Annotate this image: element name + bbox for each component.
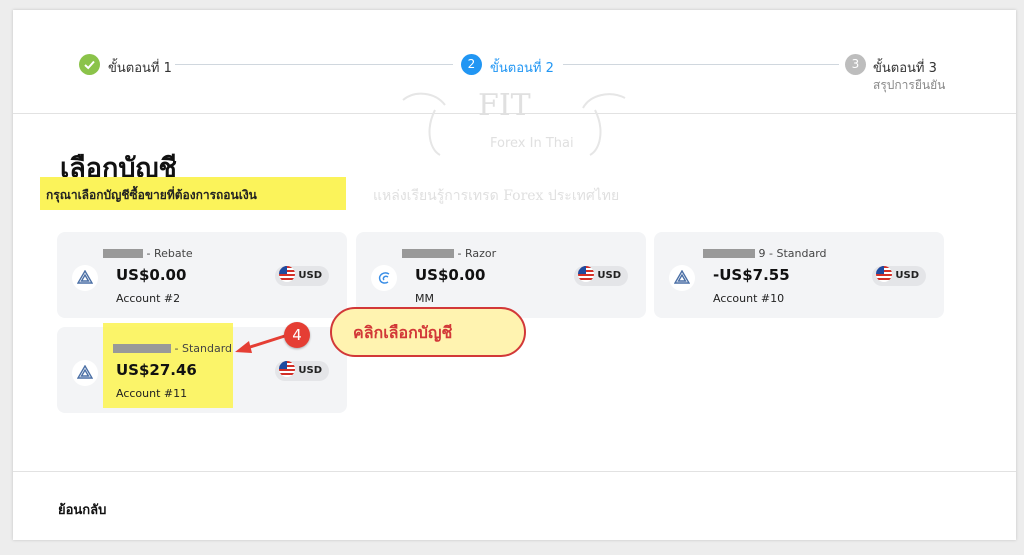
currency-badge: USD [275,361,329,381]
account-title: - Rebate [103,247,193,260]
redacted-account-id [103,249,143,258]
footer-divider [13,471,1016,472]
step-2-circle: 2 [461,54,482,75]
account-balance: US$27.46 [116,361,197,379]
wave-logo-icon [371,265,397,291]
account-card-1[interactable]: - Rebate US$0.00 Account #2 USD [57,232,347,318]
account-card-3[interactable]: 9 - Standard -US$7.55 Account #10 USD [654,232,944,318]
currency-badge: USD [574,266,628,286]
account-title: - Razor [402,247,496,260]
account-title: 9 - Standard [703,247,827,260]
account-balance: -US$7.55 [713,266,790,284]
step-1-check-icon [79,54,100,75]
account-number: MM [415,292,434,305]
watermark-tagline: แหล่งเรียนรู้การเทรด Forex ประเทศไทย [373,188,620,204]
step-3-circle: 3 [845,54,866,75]
page-subtitle: กรุณาเลือกบัญชีซื้อขายที่ต้องการถอนเงิน [46,188,257,202]
account-card-2[interactable]: - Razor US$0.00 MM USD [356,232,646,318]
account-balance: US$0.00 [415,266,486,284]
annotation-step-number: 4 [284,322,310,348]
step-3-sublabel: สรุปการยืนยัน [873,78,946,92]
step-1-label: ขั้นตอนที่ 1 [108,61,172,76]
account-balance: US$0.00 [116,266,187,284]
us-flag-icon [876,266,893,282]
watermark-brand: FIT [478,88,531,123]
account-number: Account #11 [116,387,188,400]
redacted-account-id [113,344,171,353]
account-title: - Standard [113,342,232,355]
withdraw-panel: ขั้นตอนที่ 1 2 ขั้นตอนที่ 2 3 ขั้นตอนที่… [13,10,1016,540]
back-button[interactable]: ย้อนกลับ [58,499,106,520]
account-number: Account #2 [116,292,181,305]
currency-badge: USD [872,266,926,286]
redacted-account-id [703,249,755,258]
redacted-account-id [402,249,454,258]
step-connector-1 [175,64,453,65]
triangle-logo-icon [669,265,695,291]
triangle-logo-icon [72,265,98,291]
currency-badge: USD [275,266,329,286]
step-connector-2 [563,64,839,65]
step-3-label: ขั้นตอนที่ 3 [873,61,937,76]
us-flag-icon [279,361,296,377]
account-number: Account #10 [713,292,785,305]
us-flag-icon [578,266,595,282]
us-flag-icon [279,266,296,282]
watermark-brand-sub: Forex In Thai [490,136,574,151]
step-2-label: ขั้นตอนที่ 2 [490,61,554,76]
annotation-text: คลิกเลือกบัญชี [353,323,453,342]
triangle-logo-icon [72,360,98,386]
